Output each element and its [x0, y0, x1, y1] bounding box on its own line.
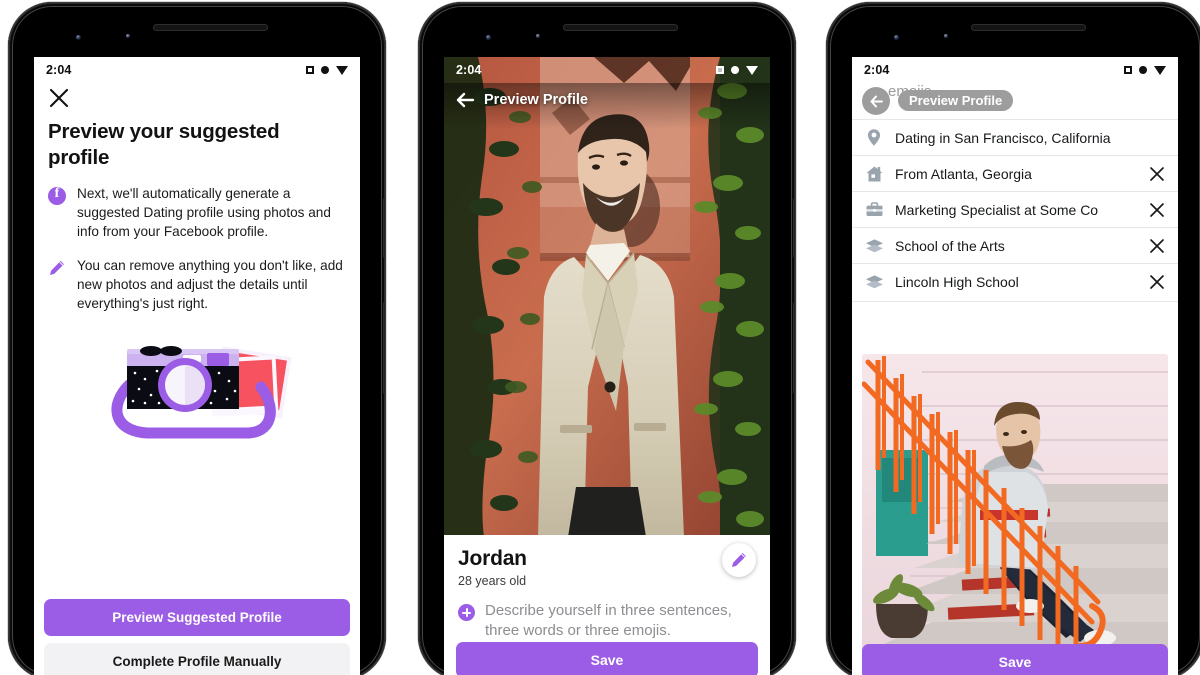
- screenshot-stage: 2:04 Preview your suggested profile Next…: [0, 0, 1200, 675]
- phone3-status-bar: 2:04: [852, 57, 1178, 83]
- triangle-down-icon: [746, 65, 758, 75]
- list-item-label: School of the Arts: [895, 237, 1005, 254]
- briefcase-icon: [864, 200, 884, 220]
- square-icon: [1124, 66, 1132, 74]
- front-camera-icon: [76, 35, 81, 40]
- earpiece-speaker: [971, 24, 1086, 31]
- graduation-cap-icon: [864, 236, 884, 256]
- phone1-screen: 2:04 Preview your suggested profile Next…: [34, 57, 360, 675]
- profile-info-list: Dating in San Francisco, California From…: [852, 120, 1178, 302]
- phone-device-1: 2:04 Preview your suggested profile Next…: [8, 2, 386, 675]
- status-time: 2:04: [456, 63, 482, 77]
- power-button[interactable]: [793, 302, 796, 394]
- profile-photo: [444, 57, 770, 537]
- save-button[interactable]: Save: [456, 642, 758, 675]
- facebook-icon: [48, 185, 66, 241]
- profile-prompt[interactable]: Describe yourself in three sentences, th…: [458, 601, 756, 641]
- bullet-item: Next, we'll automatically generate a sug…: [48, 185, 346, 241]
- front-sensor-icon: [944, 34, 948, 38]
- home-icon: [864, 164, 884, 184]
- list-item[interactable]: Dating in San Francisco, California: [852, 120, 1178, 155]
- front-sensor-icon: [126, 34, 130, 38]
- earpiece-speaker: [153, 24, 268, 31]
- remove-button[interactable]: [1148, 201, 1166, 219]
- pencil-icon: [48, 257, 66, 313]
- phone1-status-bar: 2:04: [34, 57, 360, 83]
- list-item-label: Marketing Specialist at Some Co: [895, 201, 1099, 218]
- profile-photo-stairs: [862, 354, 1168, 652]
- camera-photos-illustration: [99, 335, 295, 439]
- back-arrow-icon[interactable]: [454, 89, 476, 111]
- status-icons: [716, 65, 758, 75]
- remove-button[interactable]: [1148, 165, 1166, 183]
- plus-circle-icon: [458, 604, 475, 621]
- header-title: Preview Profile: [898, 90, 1014, 111]
- circle-icon: [731, 66, 739, 74]
- page-title: Preview your suggested profile: [48, 120, 280, 169]
- profile-name: Jordan: [458, 547, 527, 570]
- preview-profile-header: Preview Profile: [444, 83, 770, 117]
- list-item[interactable]: Marketing Specialist at Some Co: [852, 192, 1178, 227]
- complete-profile-manually-button[interactable]: Complete Profile Manually: [44, 643, 350, 675]
- profile-age: 28 years old: [458, 574, 527, 588]
- triangle-down-icon: [1154, 65, 1166, 75]
- preview-suggested-profile-button[interactable]: Preview Suggested Profile: [44, 599, 350, 636]
- list-item[interactable]: School of the Arts: [852, 228, 1178, 263]
- phone3-screen: 2:04 emojis. Preview Profile: [852, 57, 1178, 675]
- triangle-down-icon: [336, 65, 348, 75]
- phone2-status-bar: 2:04: [444, 57, 770, 83]
- power-button[interactable]: [383, 302, 386, 394]
- list-item[interactable]: From Atlanta, Georgia: [852, 156, 1178, 191]
- front-sensor-icon: [536, 34, 540, 38]
- status-icons: [306, 65, 348, 75]
- bullet-text: Next, we'll automatically generate a sug…: [77, 186, 331, 239]
- back-arrow-icon[interactable]: [862, 87, 890, 115]
- list-item-label: From Atlanta, Georgia: [895, 165, 1032, 182]
- list-item[interactable]: Lincoln High School: [852, 264, 1178, 299]
- circle-icon: [321, 66, 329, 74]
- bullet-text: You can remove anything you don't like, …: [77, 258, 343, 311]
- phone-device-2: 2:04 Preview Profile Jordan 28 years old: [418, 2, 796, 675]
- graduation-cap-icon: [864, 272, 884, 292]
- edit-profile-button[interactable]: [722, 543, 756, 577]
- profile-card: Jordan 28 years old Describe yourself in…: [444, 535, 770, 675]
- location-pin-icon: [864, 128, 884, 148]
- front-camera-icon: [486, 35, 491, 40]
- status-icons: [1124, 65, 1166, 75]
- bullet-item: You can remove anything you don't like, …: [48, 257, 346, 313]
- prompt-placeholder: Describe yourself in three sentences, th…: [485, 602, 732, 639]
- square-icon: [716, 66, 724, 74]
- status-time: 2:04: [46, 63, 72, 77]
- header-title: Preview Profile: [484, 92, 588, 108]
- onboarding-bullets: Next, we'll automatically generate a sug…: [48, 185, 346, 330]
- square-icon: [306, 66, 314, 74]
- earpiece-speaker: [563, 24, 678, 31]
- volume-button[interactable]: [793, 198, 796, 258]
- save-button[interactable]: Save: [862, 644, 1168, 675]
- list-item-label: Dating in San Francisco, California: [895, 129, 1111, 146]
- remove-button[interactable]: [1148, 273, 1166, 291]
- phone2-screen: 2:04 Preview Profile Jordan 28 years old: [444, 57, 770, 675]
- volume-button[interactable]: [383, 198, 386, 258]
- phone-device-3: 2:04 emojis. Preview Profile: [826, 2, 1200, 675]
- list-item-label: Lincoln High School: [895, 273, 1019, 290]
- close-icon[interactable]: [48, 87, 70, 109]
- remove-button[interactable]: [1148, 237, 1166, 255]
- status-time: 2:04: [864, 63, 890, 77]
- circle-icon: [1139, 66, 1147, 74]
- phone1-button-stack: Preview Suggested Profile Complete Profi…: [44, 599, 350, 675]
- front-camera-icon: [894, 35, 899, 40]
